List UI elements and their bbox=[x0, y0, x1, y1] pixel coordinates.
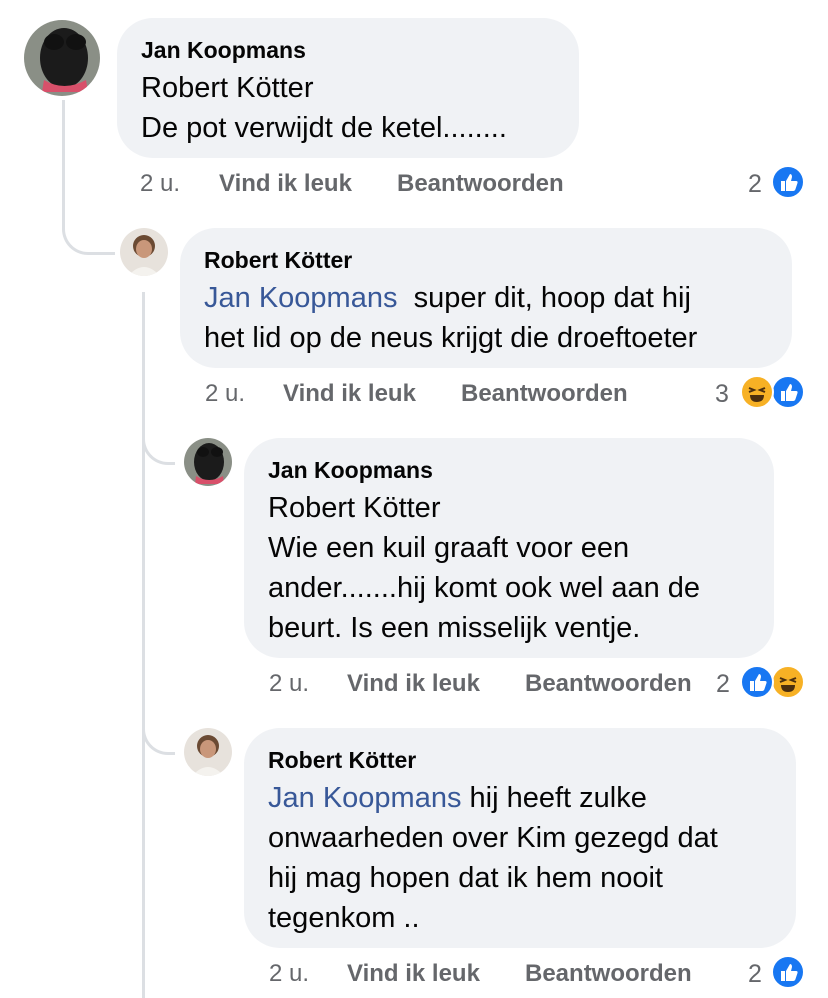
comment-text: hij heeft zulke bbox=[461, 782, 647, 814]
reply-button[interactable]: Beantwoorden bbox=[525, 960, 692, 988]
comment-time[interactable]: 2 u. bbox=[269, 670, 309, 698]
reaction-count[interactable]: 2 bbox=[748, 170, 762, 199]
comment-text: het lid op de neus krijgt die droeftoete… bbox=[204, 322, 698, 354]
comment-author[interactable]: Robert Kötter bbox=[204, 247, 352, 274]
like-button[interactable]: Vind ik leuk bbox=[283, 380, 416, 408]
thread-line-curve-1 bbox=[62, 222, 115, 255]
thread-line-curve-3 bbox=[142, 720, 175, 755]
thread-line-main bbox=[62, 100, 65, 225]
mention-link[interactable]: Jan Koopmans bbox=[204, 282, 397, 314]
avatar[interactable] bbox=[184, 728, 232, 776]
comment-author[interactable]: Robert Kötter bbox=[268, 747, 416, 774]
like-icon bbox=[771, 955, 805, 989]
like-icon bbox=[771, 165, 805, 199]
comment-bubble[interactable]: Jan Koopmans Robert Kötter De pot verwij… bbox=[117, 18, 579, 158]
avatar[interactable] bbox=[120, 228, 168, 276]
like-icon bbox=[771, 375, 805, 409]
reply-button[interactable]: Beantwoorden bbox=[397, 170, 564, 198]
avatar[interactable] bbox=[184, 438, 232, 486]
comment-bubble[interactable]: Robert Kötter Jan Koopmans super dit, ho… bbox=[180, 228, 792, 368]
like-button[interactable]: Vind ik leuk bbox=[219, 170, 352, 198]
comment-text: beurt. Is een misselijk ventje. bbox=[268, 612, 641, 644]
comment-bubble[interactable]: Jan Koopmans Robert Kötter Wie een kuil … bbox=[244, 438, 774, 658]
comment-text: tegenkom .. bbox=[268, 902, 420, 934]
haha-icon bbox=[771, 665, 805, 699]
mention-link[interactable]: Robert Kötter bbox=[268, 488, 440, 528]
comment-time[interactable]: 2 u. bbox=[140, 170, 180, 198]
mention-link[interactable]: Robert Kötter bbox=[141, 68, 313, 108]
thread-line-sub bbox=[142, 292, 145, 998]
comment-time[interactable]: 2 u. bbox=[205, 380, 245, 408]
reaction-count[interactable]: 3 bbox=[715, 380, 729, 409]
comment-text-line: Jan Koopmans super dit, hoop dat hij bbox=[204, 278, 691, 318]
comment-author[interactable]: Jan Koopmans bbox=[141, 37, 306, 64]
mention-link[interactable]: Jan Koopmans bbox=[268, 782, 461, 814]
reply-button[interactable]: Beantwoorden bbox=[525, 670, 692, 698]
comment-text: ander.......hij komt ook wel aan de bbox=[268, 572, 701, 604]
comment-text-line: Jan Koopmans hij heeft zulke bbox=[268, 778, 647, 818]
comment-text: super dit, hoop dat hij bbox=[397, 282, 691, 314]
comment-time[interactable]: 2 u. bbox=[269, 960, 309, 988]
reply-button[interactable]: Beantwoorden bbox=[461, 380, 628, 408]
like-button[interactable]: Vind ik leuk bbox=[347, 960, 480, 988]
avatar[interactable] bbox=[24, 20, 100, 96]
haha-icon bbox=[740, 375, 774, 409]
comment-bubble[interactable]: Robert Kötter Jan Koopmans hij heeft zul… bbox=[244, 728, 796, 948]
like-icon bbox=[740, 665, 774, 699]
like-button[interactable]: Vind ik leuk bbox=[347, 670, 480, 698]
comment-author[interactable]: Jan Koopmans bbox=[268, 457, 433, 484]
comment-text: hij mag hopen dat ik hem nooit bbox=[268, 862, 663, 894]
comment-text: De pot verwijdt de ketel........ bbox=[141, 112, 507, 144]
comment-text: onwaarheden over Kim gezegd dat bbox=[268, 822, 718, 854]
reaction-count[interactable]: 2 bbox=[716, 670, 730, 699]
thread-line-curve-2 bbox=[142, 430, 175, 465]
comment-text: Wie een kuil graaft voor een bbox=[268, 532, 630, 564]
reaction-count[interactable]: 2 bbox=[748, 960, 762, 989]
